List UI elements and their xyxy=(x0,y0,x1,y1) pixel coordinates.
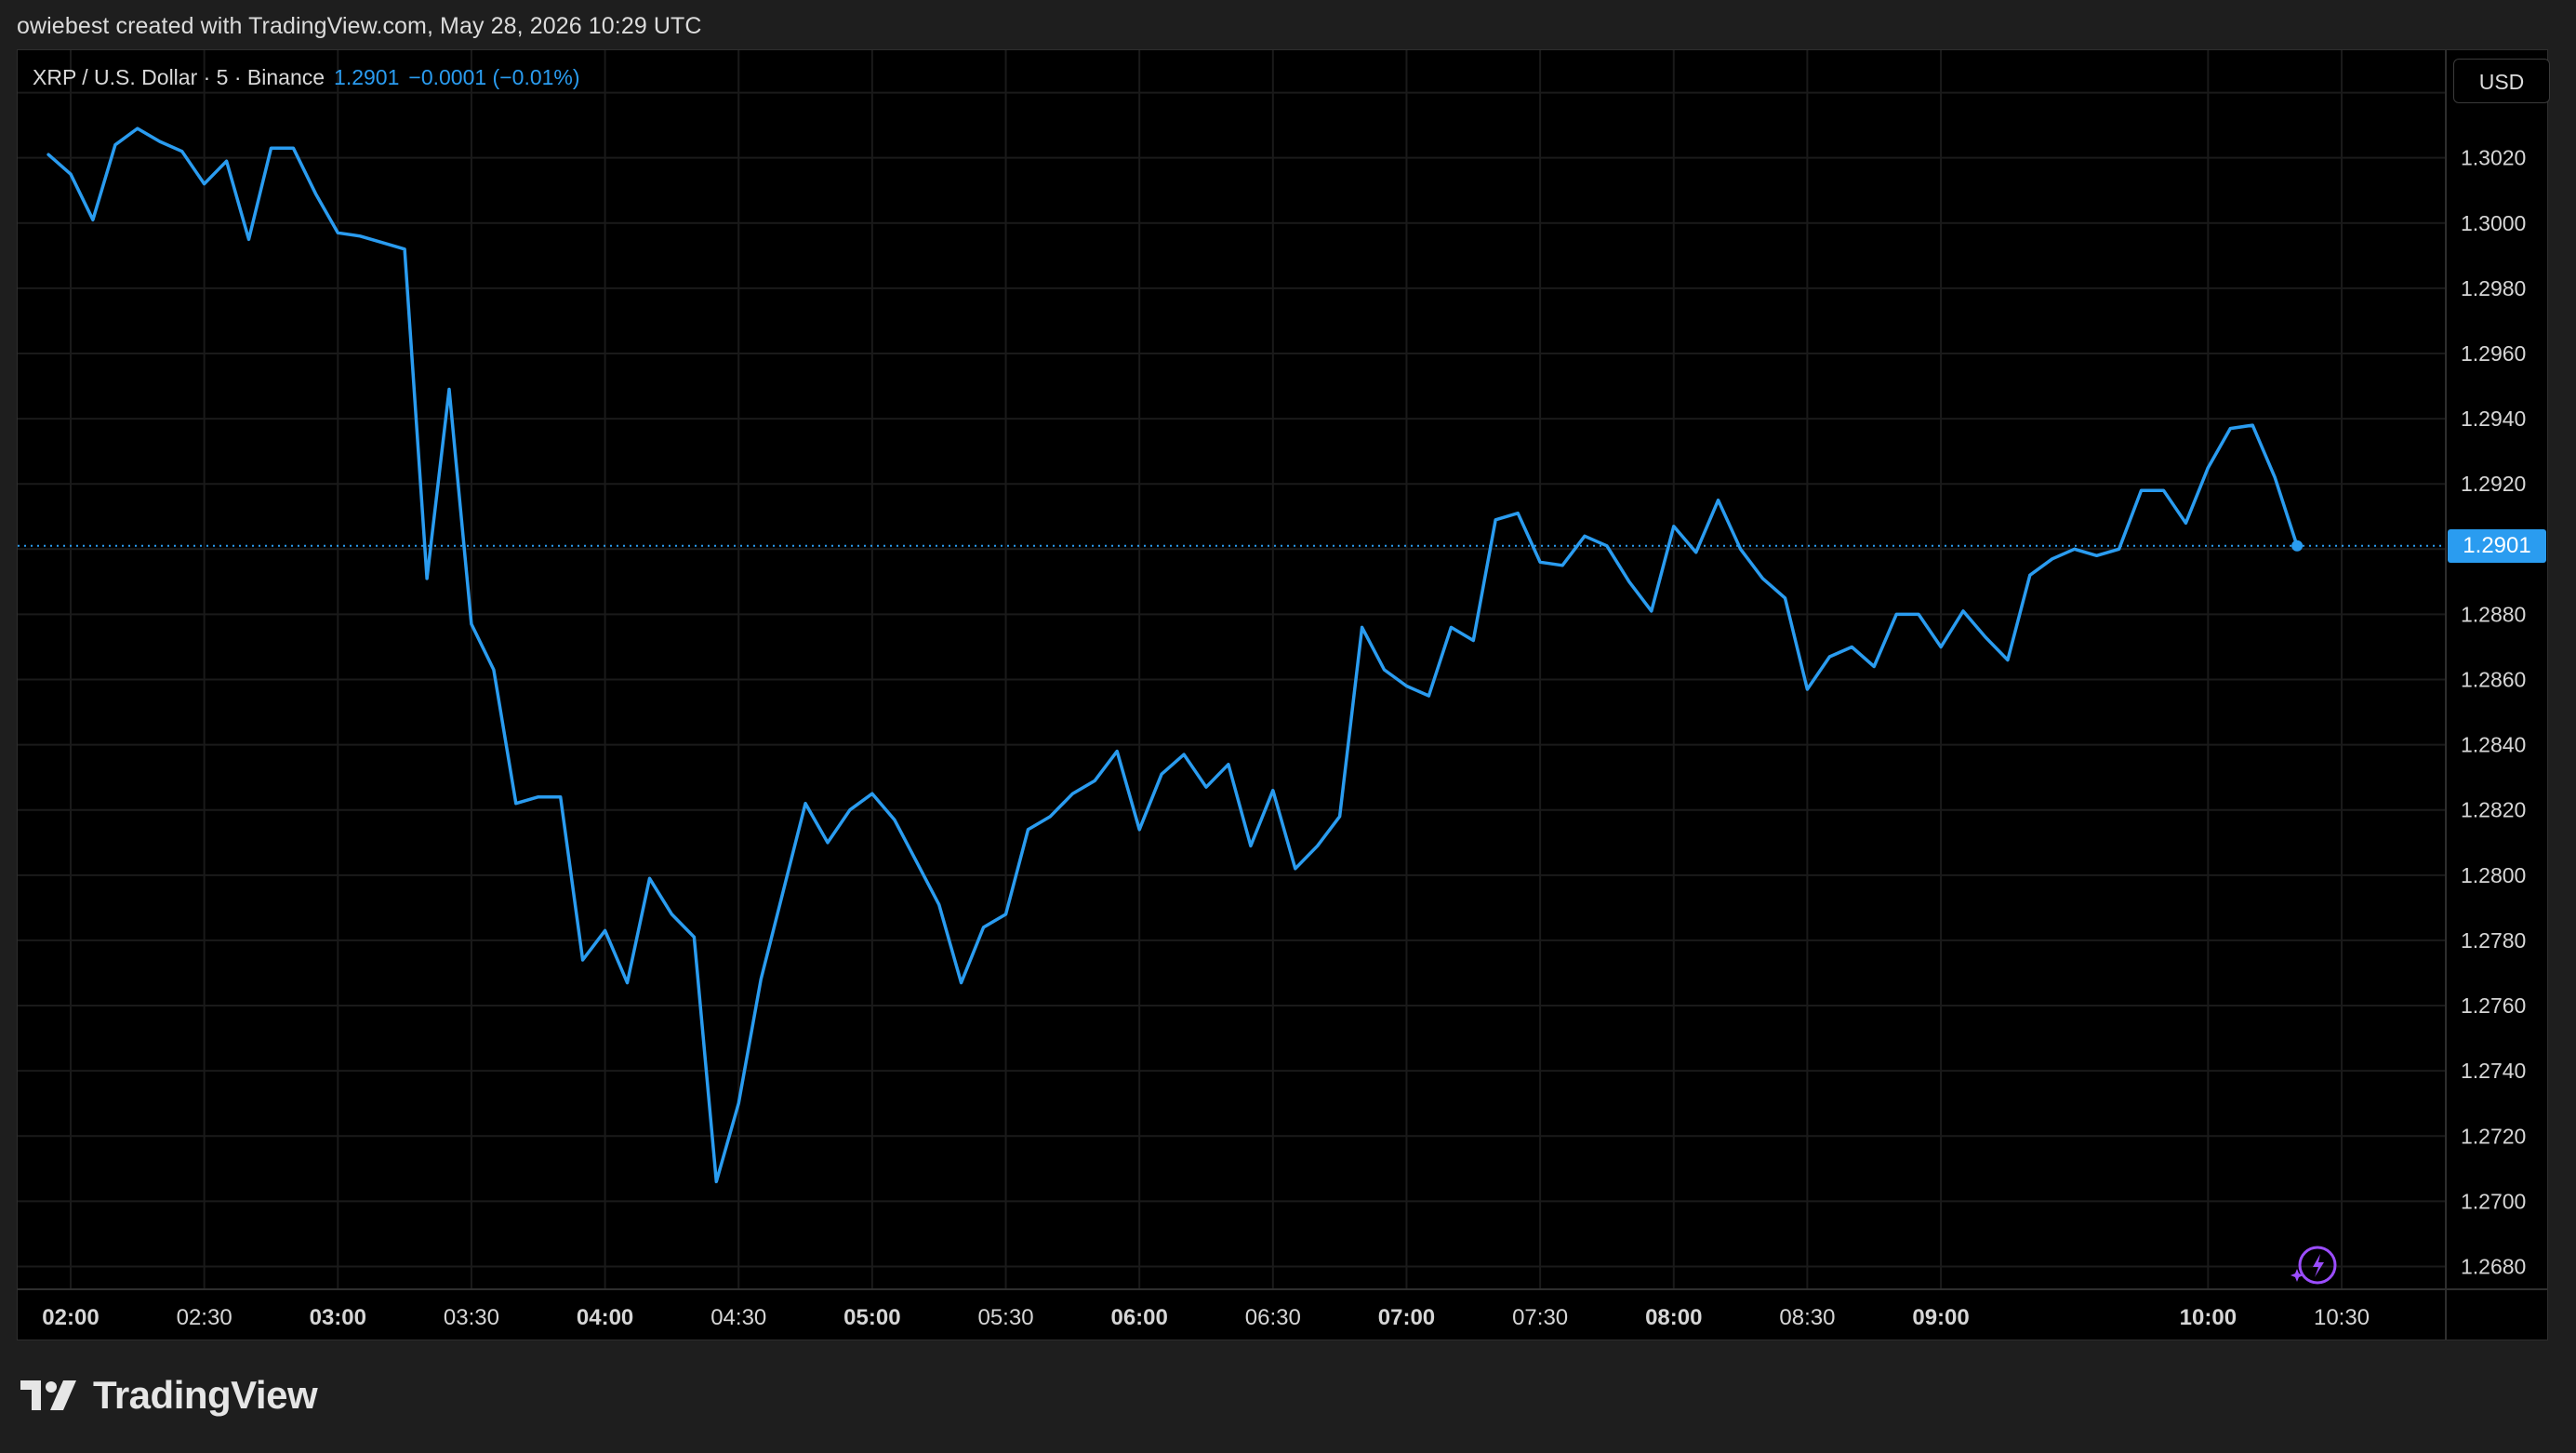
price-tick-label: 1.2940 xyxy=(2461,407,2526,431)
time-tick-label: 09:00 xyxy=(1912,1305,1969,1330)
legend-price: 1.2901 xyxy=(334,65,400,89)
price-chart[interactable]: 1.2680 1.2700 1.2720 1.2740 1.2760 1.2780 1.28… xyxy=(0,0,2576,1358)
time-tick-label: 04:30 xyxy=(710,1305,766,1330)
time-tick-label: 06:30 xyxy=(1245,1305,1301,1330)
price-tick-label: 1.2780 xyxy=(2461,928,2526,953)
price-tick-label: 1.2880 xyxy=(2461,602,2526,626)
price-tick-label: 1.2860 xyxy=(2461,668,2526,692)
time-tick-label: 05:30 xyxy=(977,1305,1033,1330)
price-tick-label: 1.2980 xyxy=(2461,276,2526,300)
price-tick-label: 1.2760 xyxy=(2461,993,2526,1018)
time-tick-label: 05:00 xyxy=(843,1305,900,1330)
price-tick-label: 1.2820 xyxy=(2461,798,2526,822)
time-tick-label: 06:00 xyxy=(1110,1305,1167,1330)
price-tick-label: 1.2720 xyxy=(2461,1124,2526,1148)
symbol-name[interactable]: XRP / U.S. Dollar · 5 · Binance xyxy=(33,65,325,89)
time-tick-label: 02:00 xyxy=(42,1305,99,1330)
time-tick-label: 07:00 xyxy=(1378,1305,1435,1330)
legend-change: −0.0001 (−0.01%) xyxy=(408,65,580,89)
price-tick-label: 1.2800 xyxy=(2461,863,2526,887)
price-tick-label: 1.2920 xyxy=(2461,472,2526,496)
time-tick-label: 07:30 xyxy=(1512,1305,1568,1330)
last-price-dot xyxy=(2291,540,2304,552)
brand-name: TradingView xyxy=(93,1373,318,1417)
price-tick-label: 1.2680 xyxy=(2461,1254,2526,1278)
price-axis-labels: 1.2680 1.2700 1.2720 1.2740 1.2760 1.2780 1.28… xyxy=(2461,81,2526,1279)
time-tick-label: 04:00 xyxy=(577,1305,633,1330)
symbol-legend[interactable]: XRP / U.S. Dollar · 5 · Binance 1.2901 −0.… xyxy=(33,65,580,90)
time-tick-label: 03:00 xyxy=(310,1305,366,1330)
last-price-tag: 1.2901 xyxy=(2448,528,2546,563)
time-tick-label: 03:30 xyxy=(444,1305,499,1330)
time-tick-label: 10:30 xyxy=(2314,1305,2370,1330)
time-tick-label: 08:00 xyxy=(1645,1305,1702,1330)
time-tick-label: 08:30 xyxy=(1779,1305,1835,1330)
price-line-series xyxy=(46,127,2299,1184)
price-tick-label: 1.2740 xyxy=(2461,1059,2526,1083)
time-axis-labels: 02:00 02:30 03:00 03:30 04:00 04:30 05:00 05:30… xyxy=(42,1305,2370,1330)
tradingview-logo-icon xyxy=(20,1380,76,1410)
time-tick-label: 10:00 xyxy=(2180,1305,2237,1330)
currency-button[interactable]: USD xyxy=(2453,59,2550,103)
tradingview-logo[interactable]: TradingView xyxy=(20,1373,318,1418)
price-tick-label: 1.3020 xyxy=(2461,146,2526,170)
price-tick-label: 1.2700 xyxy=(2461,1189,2526,1213)
grid-lines xyxy=(18,50,2446,1289)
price-tick-label: 1.3000 xyxy=(2461,211,2526,235)
time-tick-label: 02:30 xyxy=(177,1305,232,1330)
snapshot-sparkle-icon[interactable] xyxy=(2290,1243,2342,1294)
price-tick-label: 1.2840 xyxy=(2461,733,2526,757)
price-tick-label: 1.2960 xyxy=(2461,341,2526,366)
